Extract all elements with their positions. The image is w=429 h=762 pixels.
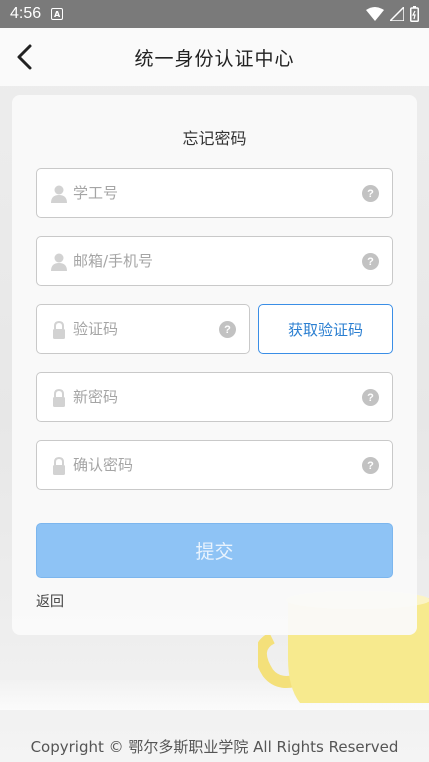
new-password-field: ? — [36, 372, 393, 422]
new-password-input[interactable] — [73, 381, 348, 413]
lock-icon — [53, 321, 65, 339]
return-link[interactable]: 返回 — [36, 591, 64, 611]
lock-icon — [53, 457, 65, 475]
user-icon — [51, 253, 67, 271]
captcha-field: ? — [36, 304, 250, 354]
forgot-password-card: 忘记密码 ? ? ? 获取验证码 ? — [12, 95, 417, 635]
lock-icon — [53, 389, 65, 407]
get-captcha-button[interactable]: 获取验证码 — [258, 304, 393, 354]
help-icon[interactable]: ? — [362, 389, 379, 406]
page-title: 统一身份认证中心 — [134, 47, 295, 70]
confirm-password-field: ? — [36, 440, 393, 490]
battery-icon — [410, 6, 419, 22]
wifi-icon — [366, 7, 384, 21]
help-icon[interactable]: ? — [362, 457, 379, 474]
help-icon[interactable]: ? — [362, 185, 379, 202]
back-arrow-icon[interactable] — [12, 42, 42, 72]
captcha-input[interactable] — [73, 313, 205, 345]
footer-copyright: Copyright © 鄂尔多斯职业学院 All Rights Reserved — [30, 738, 399, 756]
status-bar: 4:56 A — [0, 0, 429, 28]
help-icon[interactable]: ? — [362, 253, 379, 270]
user-icon — [51, 185, 67, 203]
status-icons — [366, 6, 419, 22]
submit-button[interactable]: 提交 — [36, 523, 393, 578]
signal-icon — [390, 7, 404, 21]
app-notification-icon: A — [51, 8, 64, 20]
confirm-password-input[interactable] — [73, 449, 348, 481]
email-phone-field: ? — [36, 236, 393, 286]
student-id-field: ? — [36, 168, 393, 218]
app-header: 统一身份认证中心 — [0, 28, 429, 86]
card-title: 忘记密码 — [182, 129, 247, 148]
student-id-input[interactable] — [73, 177, 348, 209]
help-icon[interactable]: ? — [219, 321, 236, 338]
email-phone-input[interactable] — [73, 245, 348, 277]
status-time: 4:56 — [10, 5, 42, 22]
